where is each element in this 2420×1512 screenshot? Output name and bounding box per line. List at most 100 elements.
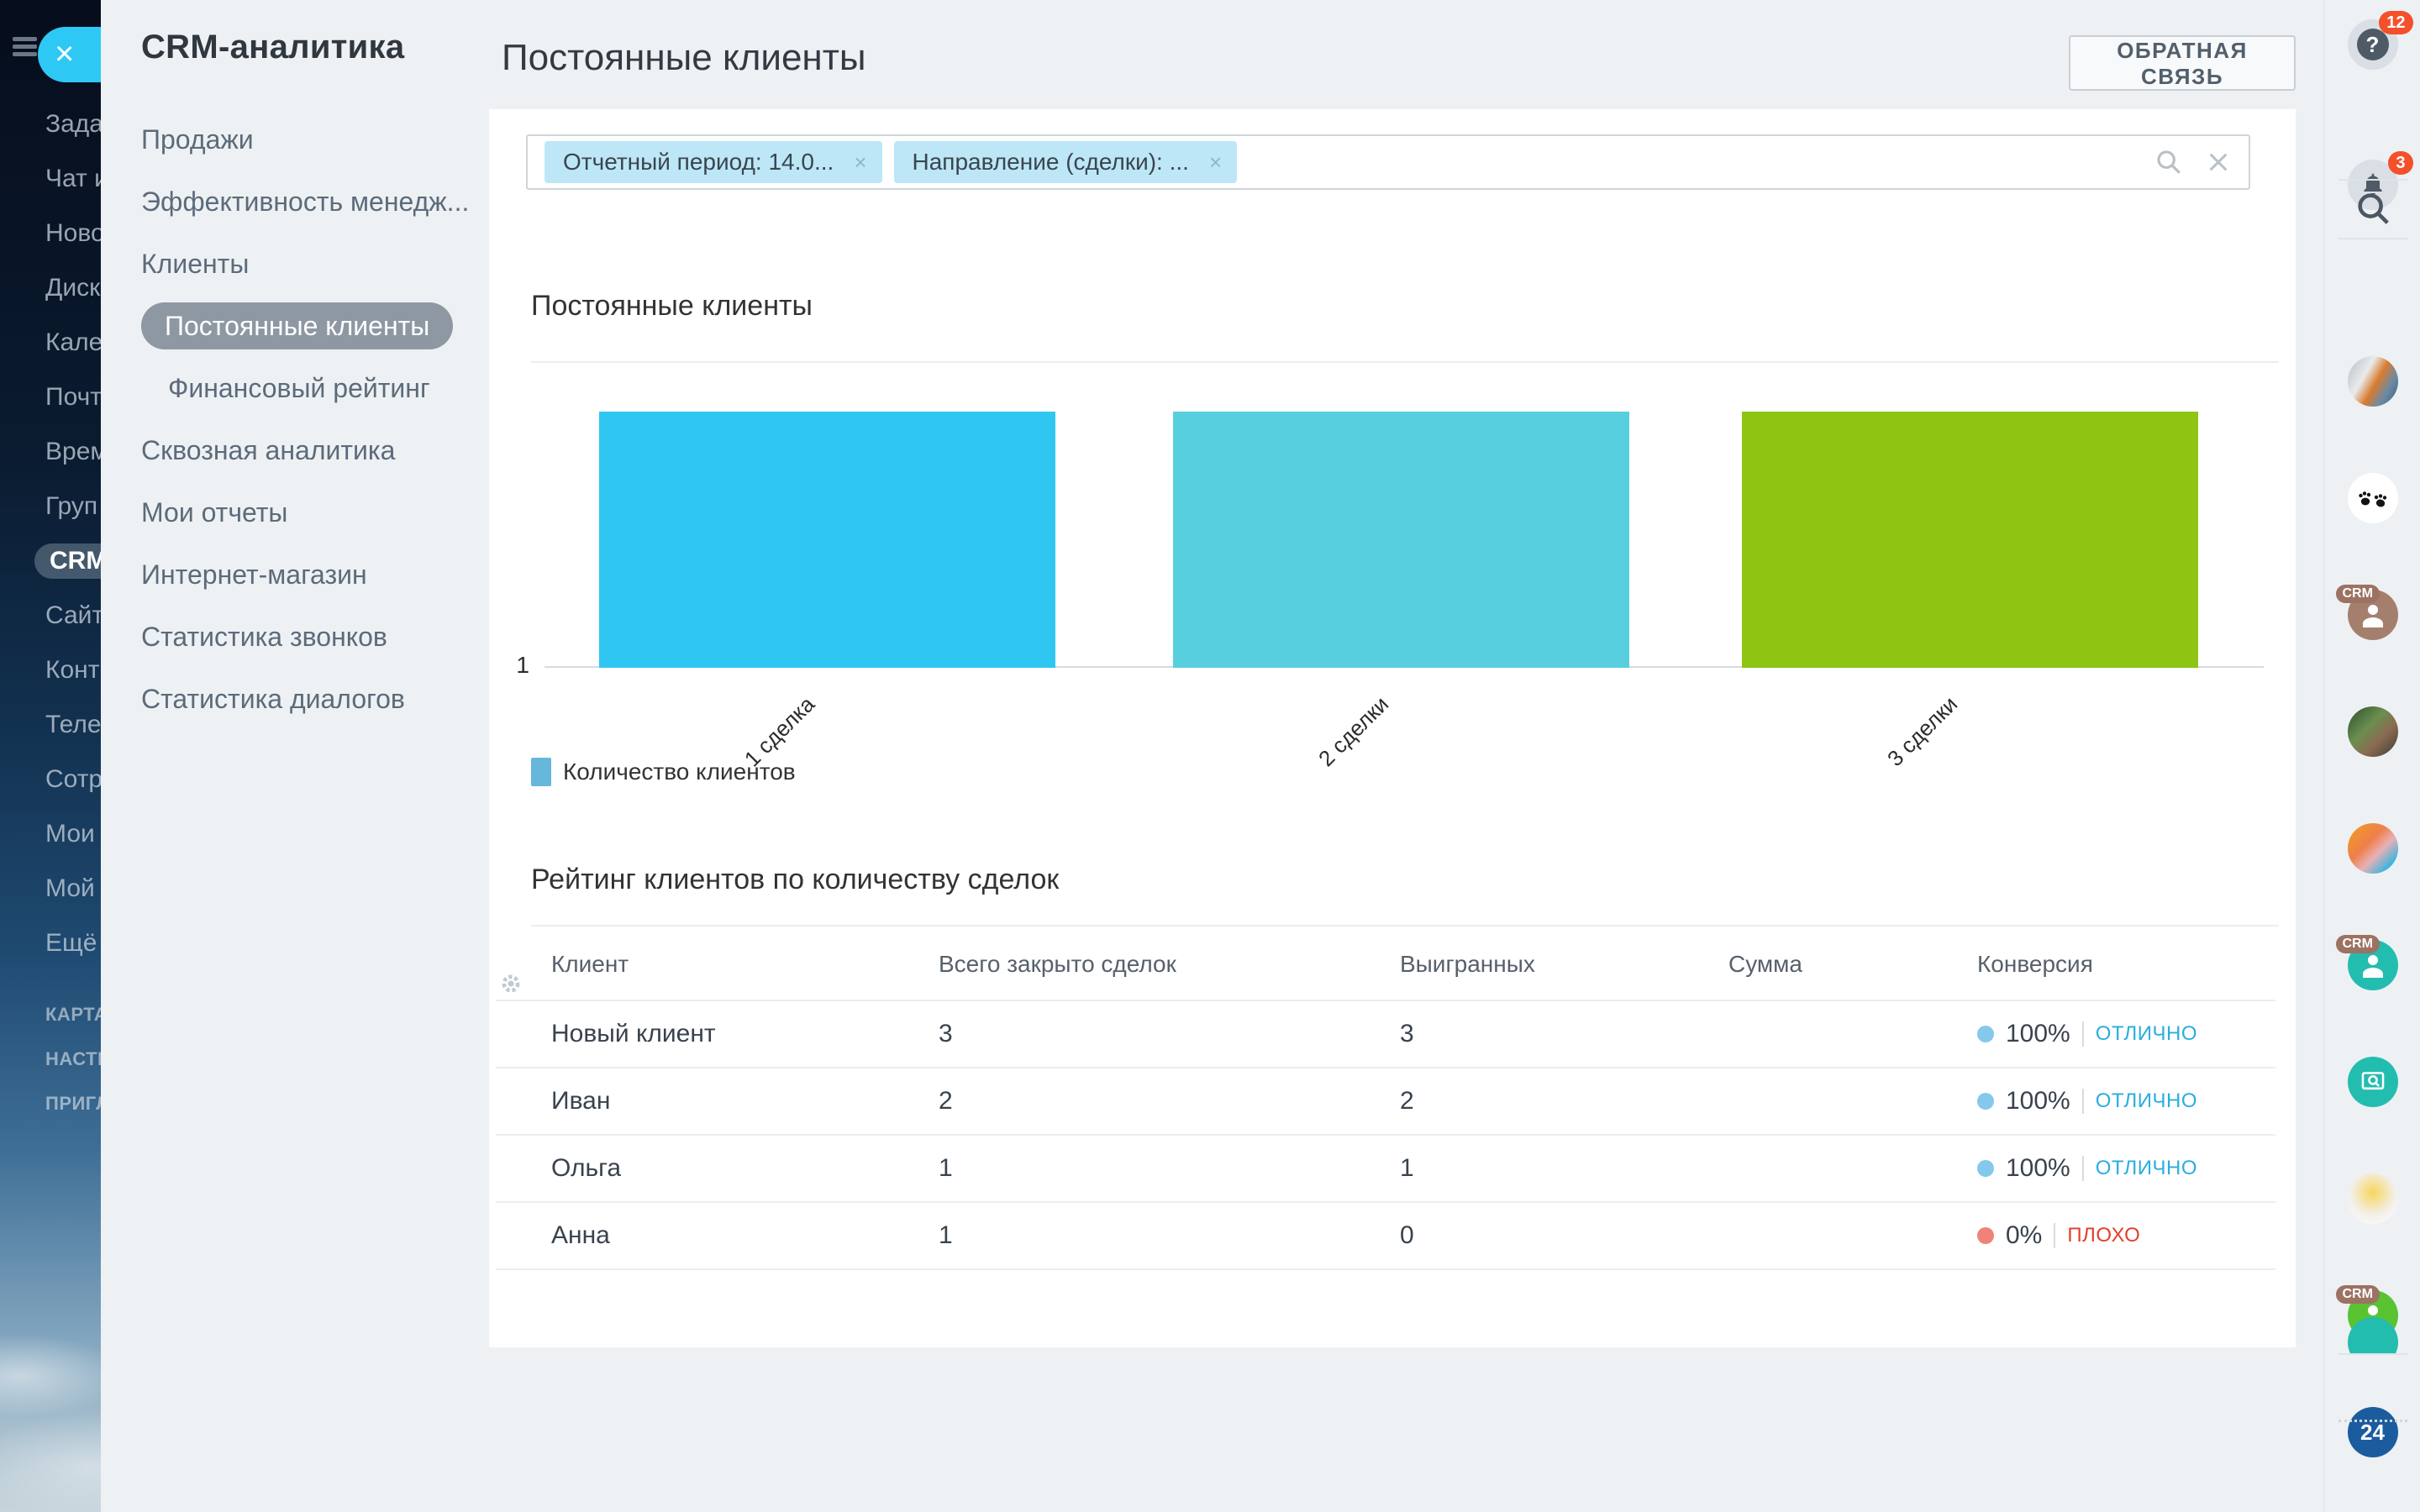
feedback-button[interactable]: ОБРАТНАЯ СВЯЗЬ (2069, 35, 2296, 91)
column-header-sum[interactable]: Сумма (1728, 928, 1802, 1000)
column-header-client[interactable]: Клиент (551, 928, 629, 1000)
divider (2338, 238, 2407, 239)
rail-item-mail[interactable]: Почт (45, 384, 101, 411)
dotted-divider (2338, 1420, 2407, 1422)
won-value: 2 (1400, 1068, 1414, 1134)
sidebar-item-clients[interactable]: Клиенты (141, 249, 476, 279)
conversion-cell: 0% ПЛОХО (1977, 1203, 2140, 1268)
bar-3-deals[interactable] (1742, 412, 2198, 668)
total-closed-value: 1 (939, 1203, 953, 1268)
table-row[interactable]: Ольга 1 1 100% ОТЛИЧНО (496, 1134, 2275, 1201)
person-icon (2358, 600, 2388, 630)
rail-item-configure[interactable]: НАСТР (45, 1049, 101, 1069)
sidebar-item-call-statistics[interactable]: Статистика звонков (141, 622, 476, 652)
notification-badge: 3 (2388, 151, 2412, 175)
avatar-bitrix24[interactable]: 24 (2348, 1407, 2398, 1457)
table-row[interactable]: Новый клиент 3 3 100% ОТЛИЧНО (496, 1000, 2275, 1067)
sidebar-item-manager-efficiency[interactable]: Эффективность менедж... (141, 186, 476, 217)
rail-item-my-1[interactable]: Мои (45, 821, 101, 848)
content-panel: Отчетный период: 14.0... × Направление (… (489, 109, 2296, 1347)
remove-filter-icon[interactable]: × (1209, 150, 1222, 176)
rail-item-telephony[interactable]: Теле (45, 711, 101, 738)
conversion-percent: 100% (2006, 1020, 2070, 1048)
help-button[interactable]: ? 12 (2348, 19, 2398, 70)
sidebar-item-dialog-statistics[interactable]: Статистика диалогов (141, 684, 476, 714)
global-search-button[interactable] (2354, 189, 2392, 232)
rail-item-employees[interactable]: Сотр (45, 766, 101, 793)
status-badge: ОТЛИЧНО (2096, 1022, 2197, 1046)
rail-item-invite[interactable]: ПРИГЛ (45, 1094, 101, 1114)
avatar-partial[interactable] (2348, 1317, 2398, 1354)
sidebar-item-financial-rating[interactable]: Финансовый рейтинг (168, 373, 476, 403)
conversion-percent: 100% (2006, 1154, 2070, 1183)
table-header-row: Клиент Всего закрыто сделок Выигранных С… (496, 928, 2275, 1000)
conversion-cell: 100% ОТЛИЧНО (1977, 1068, 2197, 1134)
avatar-screen-search[interactable] (2348, 1057, 2398, 1107)
filter-tag-direction[interactable]: Направление (сделки): ... × (894, 141, 1238, 183)
clear-filter-icon[interactable] (2205, 149, 2232, 176)
rail-item-groups[interactable]: Груп (45, 493, 101, 520)
rail-item-chat[interactable]: Чат и (45, 165, 101, 192)
avatar-crm-contact[interactable]: CRM (2348, 940, 2398, 990)
conversion-cell: 100% ОТЛИЧНО (1977, 1001, 2197, 1067)
menu-icon[interactable] (13, 37, 37, 56)
sidebar-title: CRM-аналитика (141, 29, 404, 66)
avatar-paws[interactable] (2348, 473, 2398, 523)
x-axis-label: 1 сделка (623, 691, 820, 888)
status-dot (1977, 1026, 1994, 1042)
remove-filter-icon[interactable]: × (854, 150, 866, 176)
search-icon (2354, 189, 2392, 228)
filter-search-bar[interactable]: Отчетный период: 14.0... × Направление (… (526, 134, 2250, 190)
total-closed-value: 3 (939, 1001, 953, 1067)
rail-item-crm-active[interactable]: CRM (34, 543, 101, 579)
rail-footer-menu: КАРТА НАСТР ПРИГЛ (45, 1005, 101, 1138)
status-badge: ПЛОХО (2067, 1224, 2140, 1247)
rail-item-tasks[interactable]: Зада (45, 111, 101, 138)
sidebar-item-my-reports[interactable]: Мои отчеты (141, 497, 476, 528)
crm-badge: CRM (2336, 935, 2380, 953)
x-axis-label: 2 сделки (1197, 691, 1394, 888)
table-section-title: Рейтинг клиентов по количеству сделок (531, 864, 1059, 896)
status-badge: ОТЛИЧНО (2096, 1157, 2197, 1180)
rail-item-contact-center[interactable]: Конт (45, 657, 101, 684)
rail-item-calendar[interactable]: Кале (45, 329, 101, 356)
filter-tag-period[interactable]: Отчетный период: 14.0... × (544, 141, 882, 183)
total-closed-value: 2 (939, 1068, 953, 1134)
table-row[interactable]: Анна 1 0 0% ПЛОХО (496, 1201, 2275, 1270)
column-header-conversion[interactable]: Конверсия (1977, 928, 2093, 1000)
rail-item-more[interactable]: Ещё (45, 930, 101, 957)
rail-item-drive[interactable]: Диск (45, 275, 101, 302)
bar-1-deal[interactable] (599, 412, 1055, 668)
column-header-total-closed[interactable]: Всего закрыто сделок (939, 928, 1176, 1000)
sidebar-item-repeat-clients-active[interactable]: Постоянные клиенты (141, 302, 453, 349)
close-icon: × (55, 35, 74, 72)
rail-item-my-2[interactable]: Мой (45, 875, 101, 902)
close-menu-button[interactable]: × (38, 27, 101, 82)
search-icon[interactable] (2154, 148, 2183, 176)
avatar[interactable] (2348, 356, 2398, 407)
chart-legend[interactable]: Количество клиентов (531, 758, 796, 786)
divider (2082, 1156, 2084, 1181)
question-icon: ? (2357, 29, 2389, 60)
sidebar-item-sales[interactable]: Продажи (141, 124, 476, 155)
rail-item-sites[interactable]: Сайт (45, 602, 101, 629)
avatar[interactable] (2348, 1173, 2398, 1224)
crm-badge: CRM (2336, 585, 2380, 603)
won-value: 1 (1400, 1136, 1414, 1201)
avatar-crm-contact[interactable]: CRM (2348, 590, 2398, 640)
rail-item-news[interactable]: Ново (45, 220, 101, 247)
rail-item-time[interactable]: Врем (45, 438, 101, 465)
bar-2-deals[interactable] (1173, 412, 1629, 668)
divider (2082, 1089, 2084, 1114)
sidebar-item-online-store[interactable]: Интернет-магазин (141, 559, 476, 590)
avatar[interactable] (2348, 706, 2398, 757)
table-row[interactable]: Иван 2 2 100% ОТЛИЧНО (496, 1067, 2275, 1134)
won-value: 0 (1400, 1203, 1414, 1268)
sidebar-item-end-to-end-analytics[interactable]: Сквозная аналитика (141, 435, 476, 465)
client-name: Анна (551, 1203, 610, 1268)
column-header-won[interactable]: Выигранных (1400, 928, 1535, 1000)
avatar[interactable] (2348, 823, 2398, 874)
sidebar-menu: Продажи Эффективность менедж... Клиенты … (141, 124, 476, 746)
rail-item-sitemap[interactable]: КАРТА (45, 1005, 101, 1025)
filter-tag-direction-label: Направление (сделки): ... (913, 149, 1189, 176)
